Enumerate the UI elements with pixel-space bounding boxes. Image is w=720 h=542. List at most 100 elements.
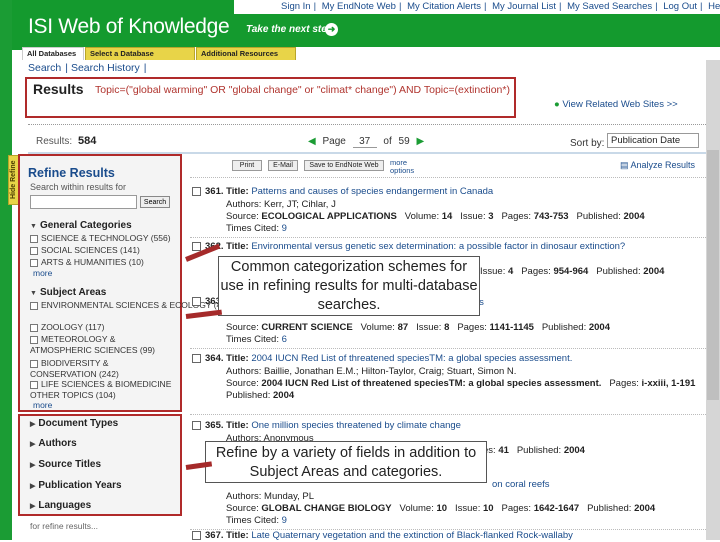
search-within-label: Search within results for (30, 182, 127, 192)
save-endnote-button[interactable]: Save to EndNote Web (304, 160, 384, 171)
checkbox[interactable] (192, 420, 201, 430)
result-title[interactable]: Environmental versus genetic sex determi… (251, 241, 625, 252)
tab-all-databases[interactable]: All Databases (22, 47, 84, 60)
checkbox[interactable] (192, 241, 201, 251)
publication-years-heading[interactable]: ▶ Publication Years (30, 480, 122, 491)
print-button[interactable]: Print (232, 160, 262, 171)
more-categories-link[interactable]: more (33, 268, 52, 278)
filter-option[interactable]: METEOROLOGY & ATMOSPHERIC SCIENCES (99) (30, 334, 175, 356)
triangle-right-icon: ▶ (30, 483, 36, 490)
total-pages: 59 (398, 136, 410, 147)
email-button[interactable]: E-Mail (268, 160, 298, 171)
result-title[interactable]: Patterns and causes of species endangerm… (251, 186, 493, 197)
result-title[interactable]: 2004 IUCN Red List of threatened species… (251, 353, 572, 364)
source-titles-heading[interactable]: ▶ Source Titles (30, 459, 101, 470)
checkbox[interactable] (192, 530, 201, 540)
tab-additional-resources[interactable]: Additional Resources (196, 47, 296, 60)
result-title[interactable]: Late Quaternary vegetation and the extin… (251, 530, 573, 541)
result-source: Source: CURRENT SCIENCE Volume: 87 Issue… (226, 322, 610, 333)
sign-in-link[interactable]: Sign In (281, 1, 311, 12)
refine-footnote: for refine results... (30, 521, 99, 531)
search-history-link[interactable]: Search History (71, 62, 140, 74)
results-count: 584 (78, 135, 97, 147)
related-sites-label: View Related Web Sites >> (562, 99, 678, 110)
more-options-link[interactable]: more options (390, 159, 418, 175)
results-heading: Results (33, 81, 84, 97)
prev-page-icon[interactable]: ◀ (308, 136, 316, 147)
triangle-right-icon: ▶ (30, 421, 36, 428)
field-label: Title: (226, 241, 249, 252)
help-link[interactable]: Help (708, 1, 720, 12)
result-number: 365. (205, 420, 224, 431)
sort-label: Sort by: (570, 138, 605, 149)
times-cited-link[interactable]: 9 (282, 223, 287, 234)
search-links: Search | Search History | (28, 62, 147, 74)
result-cited: Times Cited: 9 (226, 223, 287, 234)
result-title[interactable]: One million species threatened by climat… (251, 420, 461, 431)
checkbox[interactable] (192, 296, 201, 306)
checkbox[interactable] (30, 246, 38, 255)
result-source: Source: ECOLOGICAL APPLICATIONS Volume: … (226, 211, 645, 222)
filter-label: LIFE SCIENCES & BIOMEDICINE OTHER TOPICS… (30, 379, 172, 400)
section-label: Source Titles (38, 459, 102, 470)
search-within-button[interactable]: Search (140, 196, 170, 208)
filter-label: SCIENCE & TECHNOLOGY (556) (41, 233, 171, 243)
checkbox[interactable] (30, 359, 38, 368)
filter-option[interactable]: BIODIVERSITY & CONSERVATION (242) (30, 358, 175, 380)
result-row: 362. Title: Environmental versus genetic… (192, 241, 625, 253)
checkbox[interactable] (192, 353, 201, 363)
endnote-link[interactable]: My EndNote Web (322, 1, 396, 12)
filter-option[interactable]: LIFE SCIENCES & BIOMEDICINE OTHER TOPICS… (30, 379, 175, 401)
divider (190, 237, 706, 238)
checkbox[interactable] (30, 301, 38, 310)
checkbox[interactable] (192, 186, 201, 196)
more-subjects-link[interactable]: more (33, 400, 52, 410)
result-row: 365. Title: One million species threaten… (192, 420, 461, 432)
triangle-down-icon: ▼ (30, 290, 37, 297)
authors-heading[interactable]: ▶ Authors (30, 438, 77, 449)
filter-option[interactable]: ZOOLOGY (117) (30, 322, 104, 332)
globe-icon: ● (554, 99, 560, 110)
filter-option[interactable]: SOCIAL SCIENCES (141) (30, 245, 140, 255)
document-types-heading[interactable]: ▶ Document Types (30, 418, 118, 429)
result-row: 364. Title: 2004 IUCN Red List of threat… (192, 353, 572, 365)
analyze-label: Analyze Results (630, 160, 696, 170)
tab-select-database[interactable]: Select a Database (85, 47, 195, 60)
sort-select[interactable]: Publication Date (607, 133, 699, 148)
triangle-right-icon: ▶ (30, 462, 36, 469)
app-logo[interactable]: ISI Web of Knowledge (28, 15, 230, 39)
scrollbar-thumb[interactable] (707, 150, 719, 400)
search-query: Topic=("global warming" OR "global chang… (95, 84, 510, 96)
divider (190, 414, 706, 415)
log-out-link[interactable]: Log Out (663, 1, 697, 12)
subject-areas-heading[interactable]: ▼ Subject Areas (30, 287, 106, 298)
next-page-icon[interactable]: ▶ (416, 136, 424, 147)
related-sites-link[interactable]: ● View Related Web Sites >> (554, 99, 678, 110)
journal-list-link[interactable]: My Journal List (492, 1, 556, 12)
checkbox[interactable] (30, 380, 38, 389)
times-cited-link[interactable]: 6 (282, 334, 287, 345)
search-within-input[interactable] (30, 195, 137, 209)
filter-option[interactable]: SCIENCE & TECHNOLOGY (556) (30, 233, 171, 243)
times-cited-link[interactable]: 9 (282, 515, 287, 526)
result-authors: Authors: Munday, PL (226, 491, 315, 502)
general-categories-heading[interactable]: ▼ General Categories (30, 220, 132, 231)
filter-option[interactable]: ARTS & HUMANITIES (10) (30, 257, 144, 267)
citation-alerts-link[interactable]: My Citation Alerts (407, 1, 481, 12)
checkbox[interactable] (30, 234, 38, 243)
page-input[interactable]: 37 (352, 136, 377, 148)
field-label: Title: (226, 420, 249, 431)
result-cited: Times Cited: 6 (226, 334, 287, 345)
checkbox[interactable] (30, 258, 38, 267)
languages-heading[interactable]: ▶ Languages (30, 500, 91, 511)
general-categories-label: General Categories (39, 220, 132, 231)
result-authors: Authors: Kerr, JT; Cihlar, J (226, 199, 336, 210)
filter-label: METEOROLOGY & ATMOSPHERIC SCIENCES (99) (30, 334, 156, 355)
result-source: Source: GLOBAL CHANGE BIOLOGY Volume: 10… (226, 503, 656, 514)
checkbox[interactable] (30, 323, 38, 332)
analyze-results-link[interactable]: ▤ Analyze Results (620, 160, 695, 171)
search-link[interactable]: Search (28, 62, 61, 74)
result-row: 367. Title: Late Quaternary vegetation a… (192, 530, 573, 542)
checkbox[interactable] (30, 335, 38, 344)
saved-searches-link[interactable]: My Saved Searches (567, 1, 652, 12)
